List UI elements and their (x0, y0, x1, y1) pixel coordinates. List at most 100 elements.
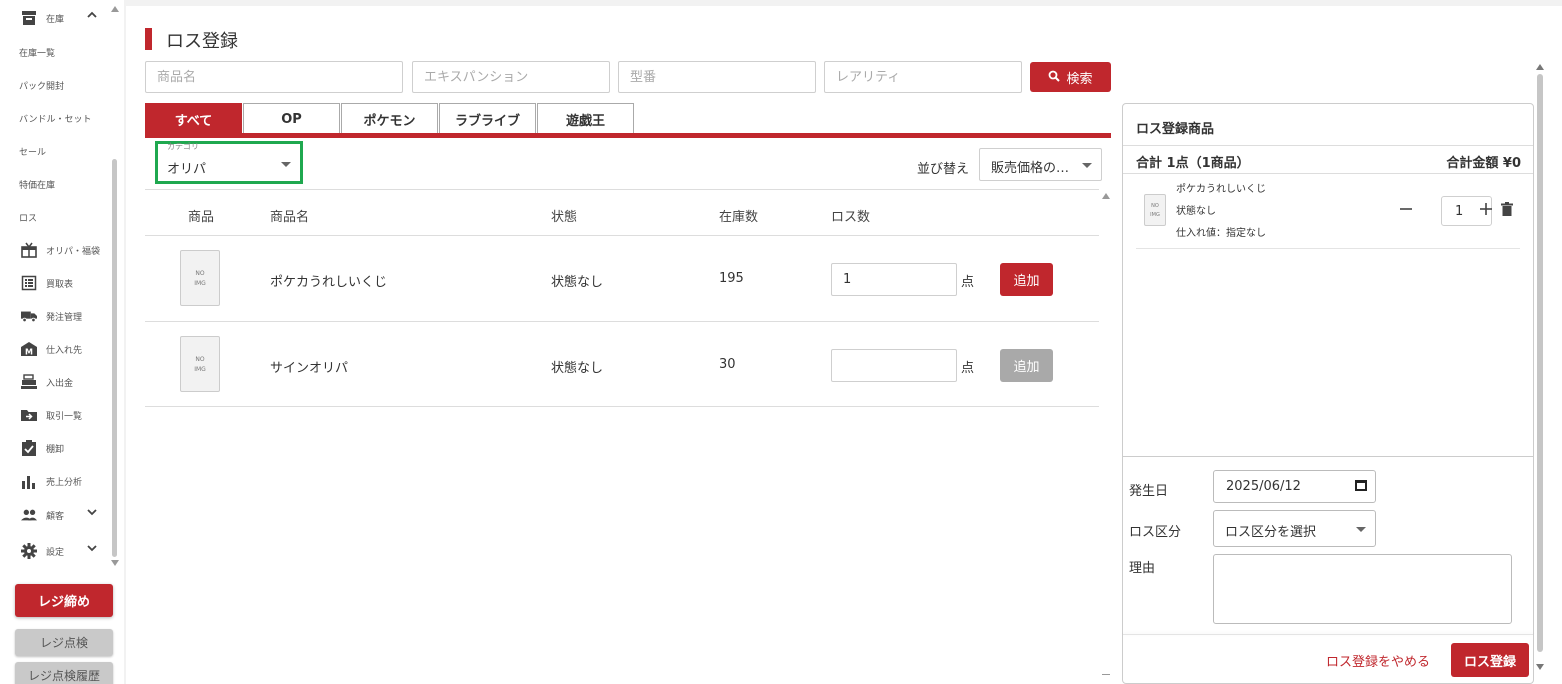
main-content: ロス登録 検索 すべて OP ポケモン ラブライブ 遊戯王 カテゴリ オリパ 並… (126, 6, 1562, 684)
product-stock: 195 (719, 271, 744, 286)
sidebar-item-inventory-list[interactable]: 在庫一覧 (0, 37, 55, 67)
sidebar-item-special-stock[interactable]: 特価在庫 (0, 169, 55, 199)
category-select[interactable]: カテゴリ オリパ (155, 141, 303, 184)
column-header-condition: 状態 (551, 210, 578, 225)
app-root: 在庫 在庫一覧 パック開封 バンドル・セット セール 特価在庫 ロス オリパ・福… (0, 0, 1562, 684)
page-title: ロス登録 (166, 31, 238, 52)
tab-pokemon[interactable]: ポケモン (341, 103, 438, 135)
sidebar-item-label: オリパ・福袋 (46, 246, 101, 257)
rarity-input[interactable] (824, 61, 1022, 93)
product-thumbnail: NO IMG (1144, 194, 1166, 226)
add-button[interactable]: 追加 (1000, 349, 1053, 382)
date-input[interactable]: 2025/06/12 (1213, 470, 1376, 503)
panel-divider (1123, 173, 1533, 174)
category-value: オリパ (167, 162, 207, 177)
sidebar-item-label: 在庫一覧 (19, 48, 56, 59)
scroll-down-arrow-icon[interactable] (1536, 664, 1544, 670)
scroll-up-arrow-icon[interactable] (111, 6, 119, 12)
category-label: カテゴリ (167, 142, 199, 151)
scroll-up-arrow-icon[interactable] (1102, 193, 1110, 199)
panel-item-purchase-price: 仕入れ値：指定なし (1176, 228, 1266, 239)
sidebar-item-sale[interactable]: セール (0, 136, 46, 166)
scroll-down-arrow-icon[interactable] (111, 560, 119, 566)
sidebar-item-buy-list[interactable]: 買取表 (0, 268, 73, 298)
table-divider (145, 189, 1099, 190)
search-icon (1048, 70, 1061, 85)
sidebar-item-loss[interactable]: ロス (0, 202, 37, 232)
sidebar-item-oripa[interactable]: オリパ・福袋 (0, 235, 100, 265)
sidebar-item-cash[interactable]: 入出金 (0, 367, 73, 397)
sidebar-item-label: 顧客 (46, 511, 65, 522)
increment-button[interactable] (1479, 201, 1493, 219)
sidebar-item-label: 在庫 (46, 14, 65, 25)
gift-box-icon (21, 242, 37, 258)
tab-lovelive[interactable]: ラブライブ (439, 103, 536, 135)
loss-quantity-input[interactable] (831, 349, 957, 382)
page-scrollbar[interactable] (1536, 60, 1546, 672)
scrollbar-thumb[interactable] (1537, 74, 1543, 652)
delete-button[interactable] (1501, 201, 1513, 219)
column-header-name: 商品名 (270, 210, 310, 225)
sidebar-item-bundle-set[interactable]: バンドル・セット (0, 103, 91, 133)
loss-registration-panel: ロス登録商品 合計 1点（1商品） 合計金額 ¥0 NO IMG ポケカうれしいく… (1122, 103, 1534, 684)
panel-item-divider (1136, 248, 1520, 249)
sidebar-item-settings[interactable]: 設定 (0, 536, 97, 566)
table-row: NOIMG ポケカうれしいくじ 状態なし 195 点 追加 (145, 235, 1099, 321)
register-check-button[interactable]: レジ点検 (15, 629, 113, 656)
sidebar-item-stocktake[interactable]: 棚卸 (0, 433, 64, 463)
register-check-history-button[interactable]: レジ点検履歴 (15, 662, 113, 684)
cancel-loss-link[interactable]: ロス登録をやめる (1326, 651, 1430, 670)
sidebar-item-label: 発注管理 (46, 312, 83, 323)
minus-icon (1400, 208, 1412, 210)
product-thumbnail: NO IMG (180, 336, 220, 392)
column-header-product: 商品 (188, 210, 215, 225)
sidebar-item-orders[interactable]: 発注管理 (0, 301, 82, 331)
sidebar-item-pack-open[interactable]: パック開封 (0, 70, 64, 100)
search-button[interactable]: 検索 (1030, 62, 1111, 92)
sidebar-scrollbar[interactable] (111, 4, 119, 569)
tab-all[interactable]: すべて (145, 103, 242, 135)
loss-type-select[interactable]: ロス区分を選択 (1213, 510, 1376, 547)
truck-icon (21, 308, 37, 324)
unit-label: 点 (961, 275, 975, 290)
sidebar-item-label: ロス (19, 213, 38, 224)
chevron-down-icon[interactable] (86, 506, 100, 520)
reason-textarea[interactable] (1213, 554, 1512, 624)
sidebar-item-label: パック開封 (19, 81, 65, 92)
scroll-up-arrow-icon[interactable] (1536, 64, 1544, 70)
model-number-input[interactable] (618, 61, 816, 93)
tab-yugioh[interactable]: 遊戯王 (537, 103, 634, 135)
sidebar-item-label: 特価在庫 (19, 180, 56, 191)
loss-quantity-input[interactable] (831, 263, 957, 296)
chevron-down-icon[interactable] (86, 542, 100, 556)
decrement-button[interactable] (1399, 201, 1413, 219)
sidebar-item-sales-analysis[interactable]: 売上分析 (0, 466, 82, 496)
sidebar-item-label: 取引一覧 (46, 411, 83, 422)
scrollbar-thumb[interactable] (112, 159, 117, 557)
sort-value: 販売価格の… (991, 161, 1070, 176)
expansion-input[interactable] (412, 61, 610, 93)
sidebar-item-customers[interactable]: 顧客 (0, 500, 97, 530)
chevron-up-icon[interactable] (86, 9, 100, 23)
product-condition: 状態なし (551, 275, 604, 290)
sort-select[interactable]: 販売価格の… (979, 148, 1102, 181)
sidebar-item-suppliers[interactable]: M 仕入れ先 (0, 334, 82, 364)
submit-loss-button[interactable]: ロス登録 (1451, 643, 1529, 677)
add-button[interactable]: 追加 (1000, 263, 1053, 296)
sidebar-item-label: 仕入れ先 (46, 345, 83, 356)
scroll-down-arrow-icon[interactable] (1102, 674, 1110, 675)
list-icon (21, 275, 37, 291)
product-condition: 状態なし (551, 361, 604, 376)
loss-type-value: ロス区分を選択 (1225, 525, 1317, 540)
sidebar-item-label: 入出金 (46, 378, 74, 389)
product-name-input[interactable] (145, 61, 403, 93)
tab-op[interactable]: OP (243, 103, 340, 135)
people-icon (21, 507, 37, 523)
cash-register-icon (21, 374, 37, 390)
close-register-button[interactable]: レジ締め (15, 584, 113, 617)
product-name: サインオリパ (270, 361, 349, 376)
sidebar-item-inventory[interactable]: 在庫 (0, 3, 97, 33)
sidebar-item-transactions[interactable]: 取引一覧 (0, 400, 82, 430)
calendar-icon[interactable] (1355, 480, 1367, 491)
sidebar-item-label: 設定 (46, 547, 65, 558)
